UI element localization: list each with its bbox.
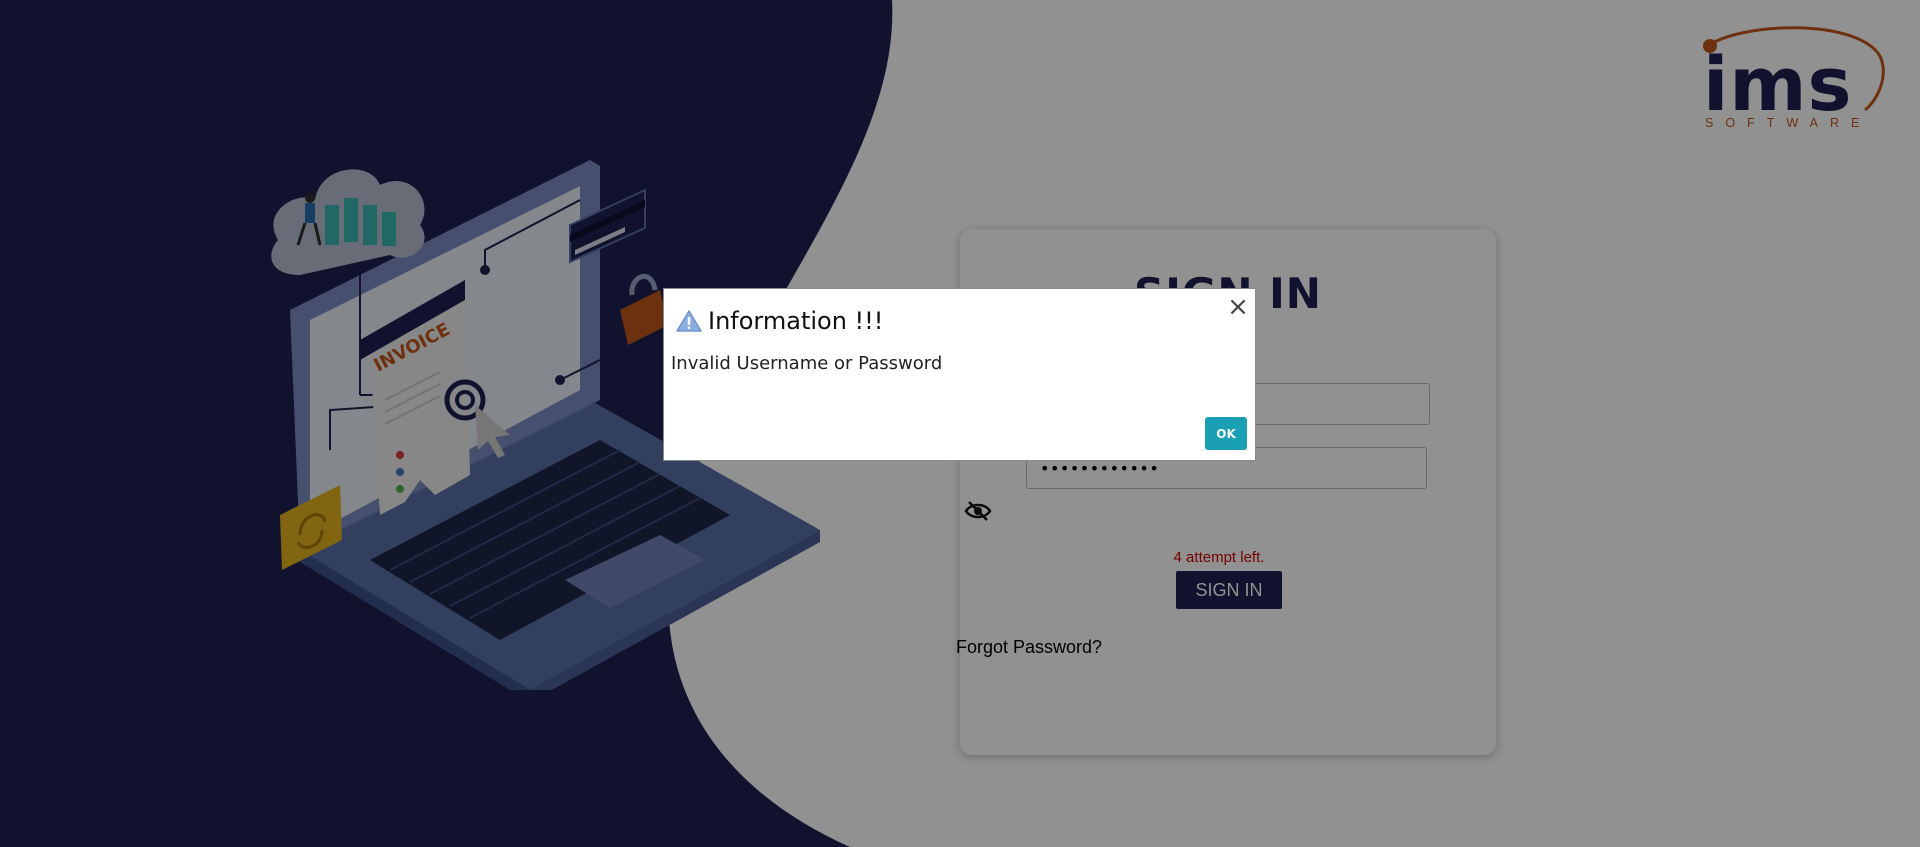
dialog-message: Invalid Username or Password — [671, 353, 943, 374]
information-dialog: Information !!! × Invalid Username or Pa… — [663, 288, 1256, 461]
close-icon[interactable]: × — [1226, 294, 1250, 320]
warning-icon — [676, 310, 702, 332]
ok-button[interactable]: OK — [1205, 417, 1247, 450]
dialog-header: Information !!! — [676, 305, 883, 337]
login-page: INVOICE ims SOFTWARE SIGN IN •••••••••••… — [0, 0, 1920, 847]
dialog-title: Information !!! — [708, 307, 884, 335]
